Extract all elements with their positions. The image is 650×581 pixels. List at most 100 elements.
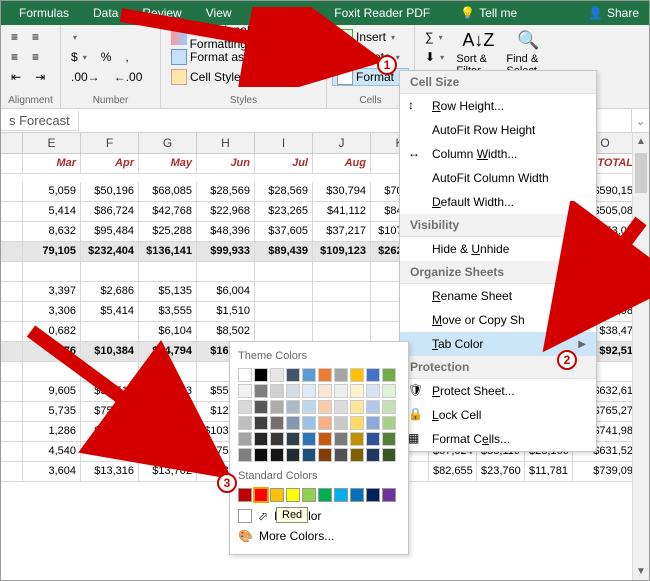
no-color[interactable]: ⬀ No Color — [238, 506, 400, 526]
scroll-down[interactable]: ▼ — [633, 563, 649, 580]
color-swatch[interactable] — [302, 384, 316, 398]
data-cell[interactable] — [313, 262, 371, 282]
color-swatch[interactable] — [270, 432, 284, 446]
col-header[interactable]: E — [23, 133, 81, 153]
col-header[interactable]: H — [197, 133, 255, 153]
data-cell[interactable]: $22,968 — [197, 202, 255, 222]
color-swatch[interactable] — [350, 432, 364, 446]
data-cell[interactable]: $37,605 — [255, 222, 313, 242]
autosum[interactable]: ∑ — [420, 28, 450, 46]
menu-col-width[interactable]: ↔Column Width... — [400, 142, 596, 166]
color-swatch[interactable] — [254, 432, 268, 446]
menu-autofit-col[interactable]: AutoFit Column Width — [400, 166, 596, 190]
color-swatch[interactable] — [350, 384, 364, 398]
data-cell[interactable] — [23, 262, 81, 282]
color-swatch[interactable] — [254, 368, 268, 382]
color-swatch[interactable] — [382, 488, 396, 502]
color-swatch[interactable] — [286, 384, 300, 398]
color-swatch[interactable] — [318, 400, 332, 414]
share-button[interactable]: 👤Share — [588, 6, 639, 20]
data-cell[interactable]: $6,004 — [197, 282, 255, 302]
color-swatch[interactable] — [318, 368, 332, 382]
color-swatch[interactable] — [334, 448, 348, 462]
data-cell[interactable]: $30,794 — [313, 182, 371, 202]
color-swatch[interactable] — [350, 400, 364, 414]
data-cell[interactable]: $50,196 — [81, 182, 139, 202]
color-swatch[interactable] — [286, 368, 300, 382]
fill[interactable]: ⬇ — [420, 48, 450, 66]
indent-inc[interactable]: ⇥ — [30, 68, 50, 86]
color-swatch[interactable] — [302, 368, 316, 382]
color-swatch[interactable] — [302, 400, 316, 414]
data-cell[interactable]: 79,105 — [23, 242, 81, 262]
color-swatch[interactable] — [382, 368, 396, 382]
dec-inc[interactable]: .00→ — [66, 68, 105, 86]
color-swatch[interactable] — [382, 400, 396, 414]
data-cell[interactable]: $109,123 — [313, 242, 371, 262]
tab-formulas[interactable]: Formulas — [7, 1, 81, 25]
col-header[interactable]: F — [81, 133, 139, 153]
color-swatch[interactable] — [254, 400, 268, 414]
data-cell[interactable]: $23,265 — [255, 202, 313, 222]
data-cell[interactable]: $232,404 — [81, 242, 139, 262]
currency[interactable]: $ — [66, 48, 92, 66]
color-swatch[interactable] — [366, 400, 380, 414]
color-swatch[interactable] — [366, 416, 380, 430]
color-swatch[interactable] — [254, 448, 268, 462]
color-swatch[interactable] — [318, 432, 332, 446]
color-swatch[interactable] — [254, 416, 268, 430]
tellme[interactable]: 💡Tell me — [460, 6, 517, 20]
color-swatch[interactable] — [270, 448, 284, 462]
data-cell[interactable] — [313, 282, 371, 302]
data-cell[interactable]: $11,781 — [525, 462, 573, 482]
data-cell[interactable]: $2,686 — [81, 282, 139, 302]
col-header[interactable]: G — [139, 133, 197, 153]
menu-autofit-row[interactable]: AutoFit Row Height — [400, 118, 596, 142]
color-swatch[interactable] — [270, 416, 284, 430]
data-cell[interactable]: $739,09 — [573, 462, 638, 482]
data-cell[interactable]: $37,217 — [313, 222, 371, 242]
data-cell[interactable]: $95,484 — [81, 222, 139, 242]
color-swatch[interactable] — [254, 384, 268, 398]
color-swatch[interactable] — [334, 400, 348, 414]
data-cell[interactable]: $28,569 — [197, 182, 255, 202]
color-swatch[interactable] — [334, 432, 348, 446]
color-swatch[interactable] — [318, 448, 332, 462]
color-swatch[interactable] — [350, 416, 364, 430]
color-swatch[interactable] — [382, 416, 396, 430]
data-cell[interactable]: 5,414 — [23, 202, 81, 222]
color-swatch[interactable] — [334, 488, 348, 502]
menu-format-cells[interactable]: ▦Format Cells... — [400, 427, 596, 451]
color-swatch[interactable] — [286, 448, 300, 462]
data-cell[interactable] — [255, 282, 313, 302]
menu-lock-cell[interactable]: 🔒Lock Cell — [400, 403, 596, 427]
color-swatch[interactable] — [350, 488, 364, 502]
color-swatch[interactable] — [270, 368, 284, 382]
align-mid[interactable]: ≡ — [27, 28, 44, 46]
data-cell[interactable]: $42,768 — [139, 202, 197, 222]
color-swatch[interactable] — [318, 384, 332, 398]
menu-protect-sheet[interactable]: 🛡Protect Sheet... — [400, 379, 596, 403]
data-cell[interactable]: $99,933 — [197, 242, 255, 262]
data-cell[interactable]: $41,112 — [313, 202, 371, 222]
color-swatch[interactable] — [318, 416, 332, 430]
color-swatch[interactable] — [302, 488, 316, 502]
data-cell[interactable]: $89,439 — [255, 242, 313, 262]
data-cell[interactable]: $25,288 — [139, 222, 197, 242]
color-swatch[interactable] — [270, 488, 284, 502]
data-cell[interactable]: $86,724 — [81, 202, 139, 222]
col-header[interactable]: J — [313, 133, 371, 153]
data-cell[interactable] — [255, 322, 313, 342]
color-swatch[interactable] — [350, 368, 364, 382]
color-swatch[interactable] — [270, 384, 284, 398]
color-swatch[interactable] — [334, 416, 348, 430]
color-swatch[interactable] — [366, 384, 380, 398]
color-swatch[interactable] — [286, 400, 300, 414]
color-swatch[interactable] — [366, 448, 380, 462]
data-cell[interactable]: $48,396 — [197, 222, 255, 242]
color-swatch[interactable] — [286, 488, 300, 502]
data-cell[interactable]: $82,655 — [429, 462, 477, 482]
data-cell[interactable]: 3,397 — [23, 282, 81, 302]
formula-expand[interactable]: ⌄ — [631, 109, 649, 133]
data-cell[interactable] — [139, 262, 197, 282]
